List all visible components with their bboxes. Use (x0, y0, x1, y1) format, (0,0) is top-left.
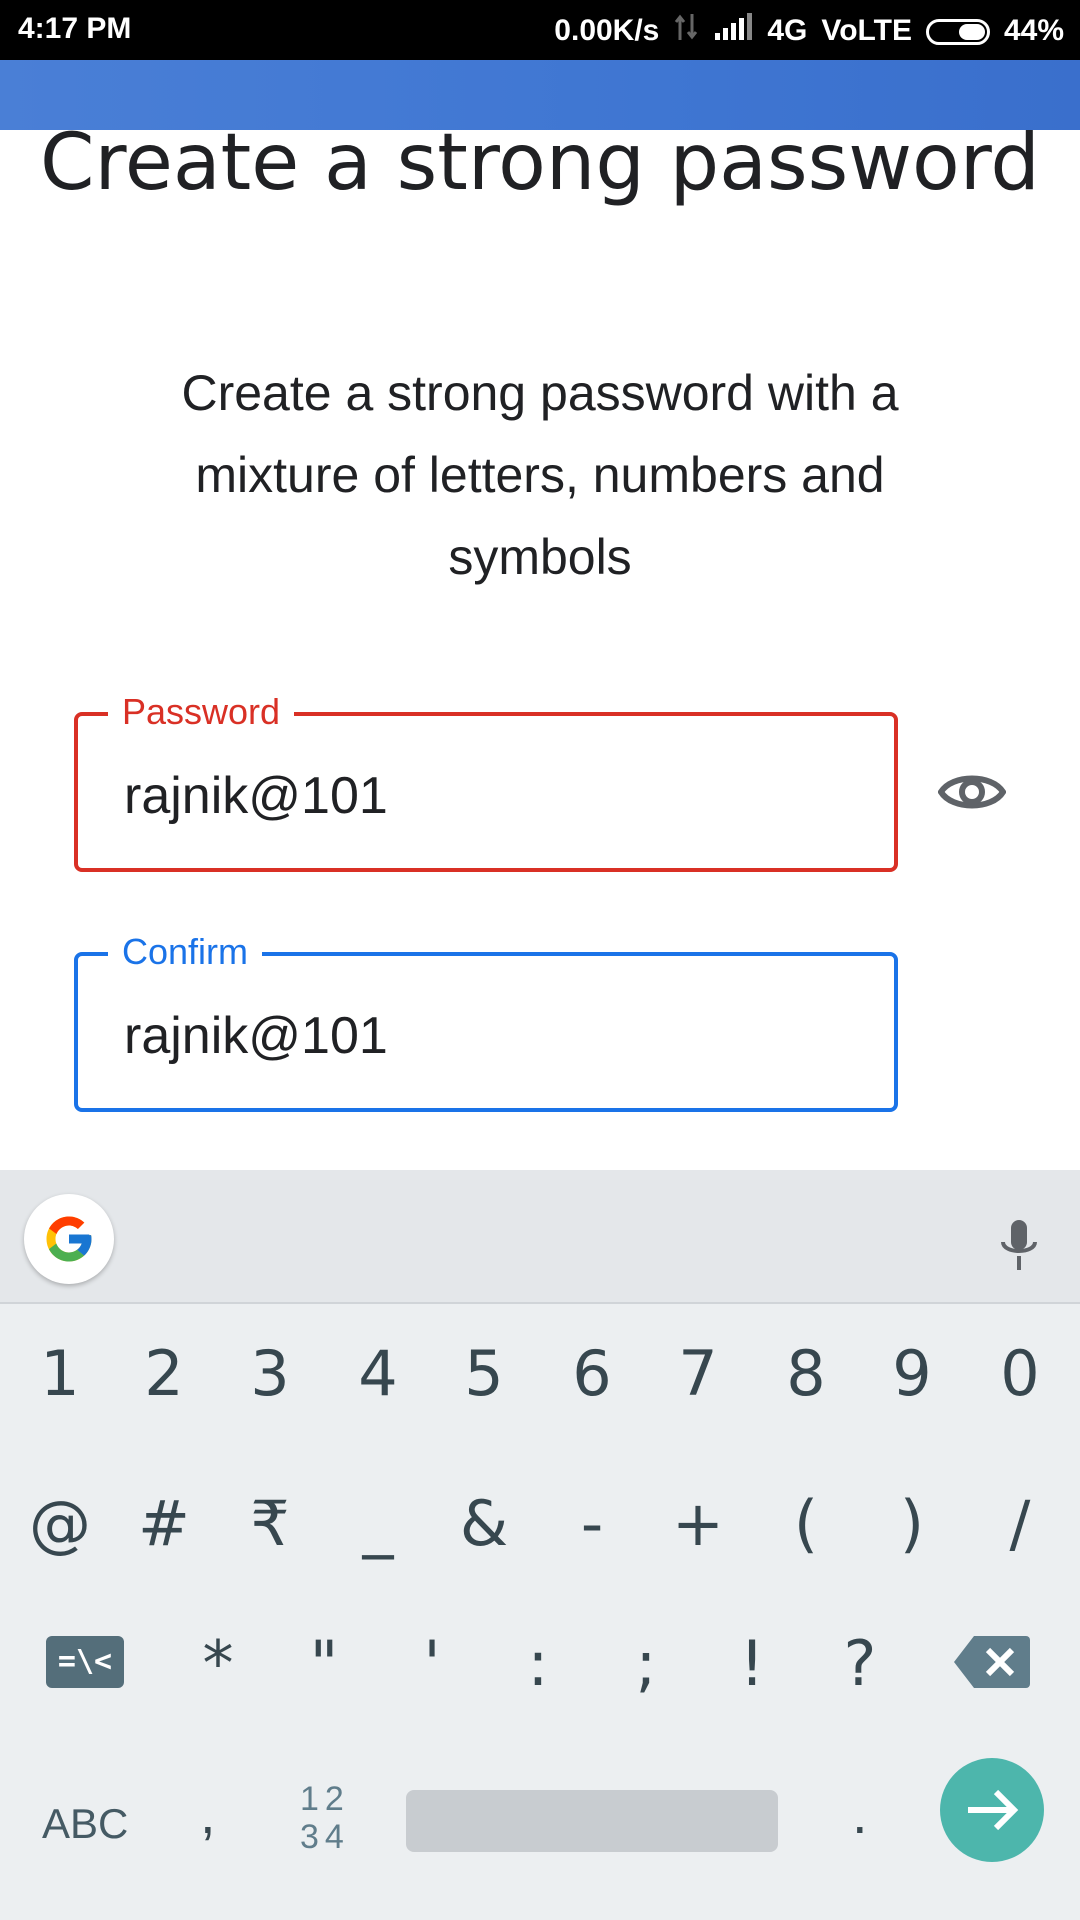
key[interactable]: & (430, 1454, 538, 1594)
key[interactable]: ' (378, 1594, 486, 1734)
confirm-label: Confirm (108, 930, 263, 974)
enter-button[interactable] (940, 1758, 1044, 1862)
keyboard: 1 2 3 4 5 6 7 8 9 0 @ # ₹ _ & - + ( ) / … (0, 1304, 1080, 1920)
password-field[interactable]: Password rajnik@101 (74, 690, 898, 872)
key[interactable]: 2 (110, 1304, 218, 1444)
key[interactable]: ₹ (216, 1454, 324, 1594)
key[interactable]: ! (698, 1594, 806, 1734)
key[interactable]: 6 (538, 1304, 646, 1444)
page-subtitle: Create a strong password with a mixture … (181, 365, 899, 585)
key[interactable]: _ (324, 1454, 432, 1594)
key[interactable]: 7 (644, 1304, 752, 1444)
key[interactable]: ( (752, 1454, 860, 1594)
status-right: 0.00K/s 4G VoLTE 44% (554, 12, 1064, 50)
key[interactable]: ; (592, 1594, 700, 1734)
eye-icon[interactable] (937, 768, 1007, 816)
abc-key[interactable]: ABC (42, 1784, 128, 1864)
keyboard-row-numbers: 1 2 3 4 5 6 7 8 9 0 (0, 1304, 1080, 1444)
keyboard-suggestion-strip (0, 1170, 1080, 1304)
more-symbols-key[interactable]: =\< (46, 1636, 124, 1688)
net-speed: 0.00K/s (554, 14, 660, 47)
network-type: 4G (767, 14, 808, 47)
status-bar: 4:17 PM 0.00K/s 4G VoLTE 44% (0, 0, 1080, 60)
key[interactable]: 0 (966, 1304, 1074, 1444)
signal-icon (713, 13, 753, 49)
numpad-key-line1: 12 (300, 1780, 350, 1818)
keyboard-row-punctuation: =\< * " ' : ; ! ? (0, 1594, 1080, 1734)
period-key[interactable]: . (852, 1774, 868, 1854)
key[interactable]: 1 (6, 1304, 114, 1444)
numpad-key-line2: 34 (300, 1818, 350, 1856)
battery-level: 44% (1003, 14, 1064, 47)
data-transfer-icon (673, 12, 699, 50)
key[interactable]: # (110, 1454, 218, 1594)
keyboard-row-bottom: ABC , 12 34 . (0, 1754, 1080, 1894)
key[interactable]: ? (806, 1594, 914, 1734)
status-time: 4:17 PM (18, 12, 132, 45)
comma-key[interactable]: , (200, 1774, 216, 1854)
key[interactable]: * (164, 1594, 272, 1734)
key[interactable]: : (484, 1594, 592, 1734)
key[interactable]: @ (6, 1454, 114, 1594)
confirm-input[interactable]: rajnik@101 (124, 1006, 388, 1066)
page-title: Create a strong password (40, 118, 1040, 208)
volte-indicator: VoLTE (821, 14, 912, 47)
microphone-icon[interactable] (998, 1218, 1040, 1279)
password-label: Password (108, 690, 295, 734)
key[interactable]: 5 (430, 1304, 538, 1444)
key[interactable]: " (270, 1594, 378, 1734)
key[interactable]: 8 (752, 1304, 860, 1444)
numpad-key[interactable]: 12 34 (300, 1780, 350, 1856)
key[interactable]: / (966, 1454, 1074, 1594)
google-icon[interactable] (24, 1194, 114, 1284)
key[interactable]: 4 (324, 1304, 432, 1444)
space-bar[interactable] (406, 1790, 778, 1852)
key[interactable]: 9 (858, 1304, 966, 1444)
key[interactable]: - (538, 1454, 646, 1594)
confirm-field[interactable]: Confirm rajnik@101 (74, 930, 898, 1112)
backspace-icon[interactable] (954, 1634, 1030, 1695)
key[interactable]: + (644, 1454, 752, 1594)
battery-icon (925, 19, 990, 45)
key[interactable]: 3 (216, 1304, 324, 1444)
password-input[interactable]: rajnik@101 (124, 766, 388, 826)
keyboard-row-symbols: @ # ₹ _ & - + ( ) / (0, 1454, 1080, 1594)
key[interactable]: ) (858, 1454, 966, 1594)
